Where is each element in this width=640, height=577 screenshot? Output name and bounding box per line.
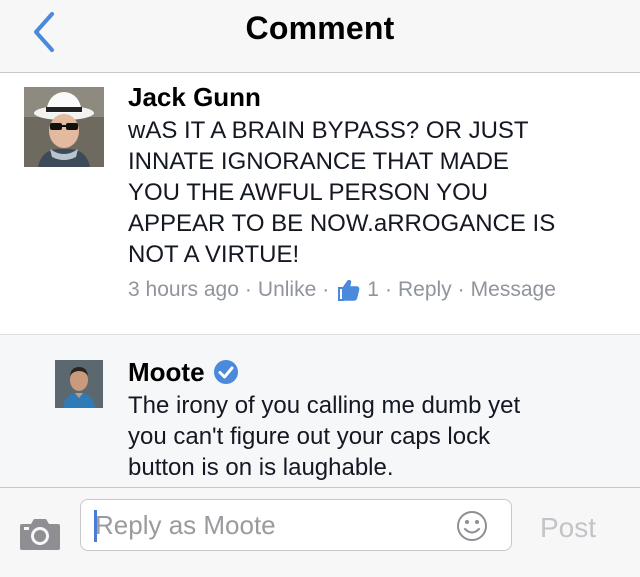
verified-badge-icon [213,360,238,384]
separator-dot: · [384,278,392,301]
avatar-image [55,360,103,408]
author-name[interactable]: Moote [128,357,205,387]
comment-meta: 3 hours ago · Unlike · 1 · Reply · Messa… [128,278,556,302]
separator-dot: · [322,278,330,301]
text-cursor [94,510,97,542]
camera-button[interactable] [18,514,62,554]
comment-author[interactable]: Jack Gunn [128,82,261,112]
comment-author: Moote [128,357,239,387]
separator-dot: · [457,278,465,301]
reply-link[interactable]: Reply [398,278,452,302]
unlike-link[interactable]: Unlike [258,278,316,302]
reply-input[interactable] [80,499,512,551]
reply-bar: Post [0,487,640,577]
avatar[interactable] [24,87,104,167]
avatar[interactable] [55,360,103,408]
comment-item: Jack Gunn wAS IT A BRAIN BYPASS? OR JUST… [0,73,640,335]
separator-dot: · [244,278,252,301]
comment-text: The irony of you calling me dumb yet you… [128,392,521,481]
comment-timestamp: 3 hours ago [128,278,239,301]
message-link[interactable]: Message [471,278,556,302]
post-button[interactable]: Post [540,512,596,544]
emoji-button[interactable] [456,510,488,542]
smiley-icon [457,511,487,541]
like-count: 1 [367,278,379,301]
thumbs-up-icon[interactable] [337,278,361,302]
comment-item: Moote The irony of you calling me dumb y… [0,335,640,487]
camera-icon [20,519,60,550]
nav-header: Comment [0,0,640,73]
comment-text: wAS IT A BRAIN BYPASS? OR JUST INNATE IG… [128,117,556,268]
avatar-image [24,87,104,167]
page-title: Comment [245,10,395,46]
